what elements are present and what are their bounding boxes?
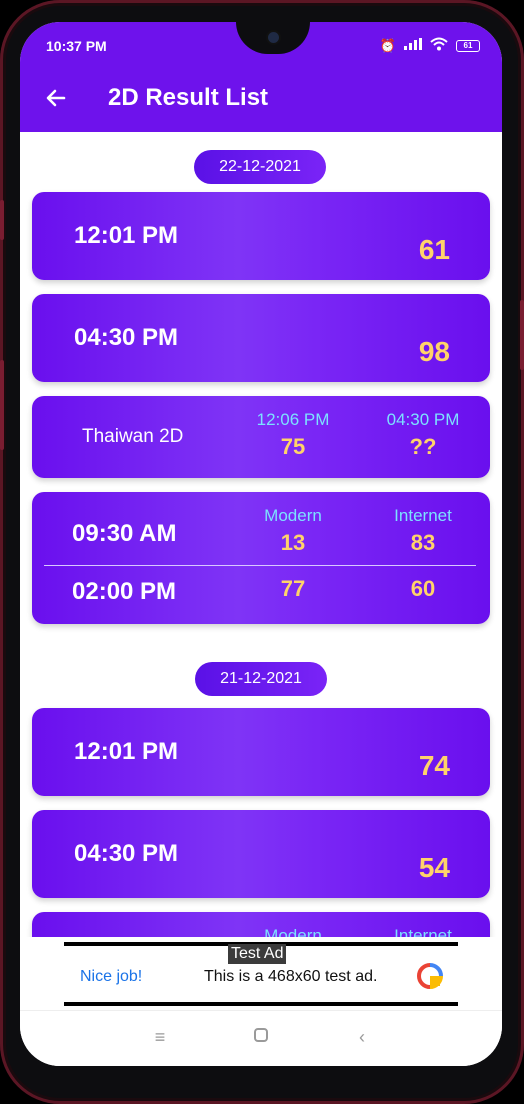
result-value: 98 xyxy=(418,336,450,367)
divider xyxy=(44,565,476,566)
result-card[interactable]: 12:01 PM 74 xyxy=(32,708,490,796)
status-time: 10:37 PM xyxy=(46,38,107,54)
result-card[interactable]: 04:30 PM 98 xyxy=(32,294,490,382)
internet-col: Internet 83 xyxy=(368,506,478,556)
internet-header: Internet xyxy=(394,506,452,525)
thaiwan-col-2: 04:30 PM ?? xyxy=(368,410,478,460)
status-icons: ⏰ 61 xyxy=(380,37,480,54)
side-key xyxy=(0,200,4,240)
back-nav-icon[interactable]: ‹ xyxy=(350,1027,374,1048)
power-button xyxy=(520,300,524,370)
result-time: 04:30 PM xyxy=(74,840,179,867)
alarm-icon: ⏰ xyxy=(379,37,396,53)
mi-time: 09:30 AM xyxy=(72,520,177,547)
battery-icon: 61 xyxy=(456,39,480,52)
ad-text: This is a 468x60 test ad. xyxy=(204,968,378,985)
ad-tag: Test Ad xyxy=(228,944,287,964)
screen: 10:37 PM ⏰ 61 2D Result List 22-12-2021 xyxy=(20,22,502,1066)
thaiwan-col-head: 12:06 PM xyxy=(256,410,330,429)
modern-col: Modern 13 xyxy=(238,506,348,556)
date-header: 22-12-2021 xyxy=(194,150,326,184)
phone-frame: 10:37 PM ⏰ 61 2D Result List 22-12-2021 xyxy=(0,0,524,1104)
ad-logo-icon xyxy=(417,963,443,989)
thaiwan-card[interactable]: Thaiwan 2D 12:06 PM 75 04:30 PM ?? xyxy=(32,396,490,478)
thaiwan-col-value: 75 xyxy=(280,434,306,459)
internet-value: 60 xyxy=(410,576,436,601)
result-value: 61 xyxy=(418,234,450,265)
date-header: 21-12-2021 xyxy=(195,662,327,696)
result-time: 12:01 PM xyxy=(74,738,179,765)
result-value: 74 xyxy=(418,750,450,781)
modern-header: Modern xyxy=(264,926,322,937)
result-time: 04:30 PM xyxy=(74,324,179,351)
results-list[interactable]: 22-12-2021 12:01 PM 61 04:30 PM 98 Thaiw… xyxy=(20,132,502,937)
page-title: 2D Result List xyxy=(108,84,269,111)
result-card[interactable]: 04:30 PM 54 xyxy=(32,810,490,898)
result-value: 54 xyxy=(418,852,450,883)
back-arrow-icon[interactable] xyxy=(44,86,68,110)
recents-icon[interactable]: ≡ xyxy=(148,1027,172,1048)
thaiwan-col-1: 12:06 PM 75 xyxy=(238,410,348,460)
wifi-icon xyxy=(430,37,448,54)
modern-value: 13 xyxy=(280,530,306,555)
modern-internet-card[interactable]: Modern 13 Internet 83 09:30 AM 02:00 PM … xyxy=(32,492,490,624)
ad-banner[interactable]: Test Ad Nice job! This is a 468x60 test … xyxy=(64,942,458,1006)
modern-value: 77 xyxy=(280,576,306,601)
thaiwan-col-value: ?? xyxy=(409,434,437,459)
signal-icon xyxy=(404,38,422,53)
mi-time: 02:00 PM xyxy=(72,578,177,605)
camera-icon xyxy=(268,32,279,43)
result-card[interactable]: 12:01 PM 61 xyxy=(32,192,490,280)
result-time: 12:01 PM xyxy=(74,222,179,249)
ad-headline: Nice job! xyxy=(80,968,143,985)
internet-value: 83 xyxy=(410,530,436,555)
thaiwan-label: Thaiwan 2D xyxy=(82,426,184,447)
home-icon[interactable] xyxy=(249,1027,273,1048)
system-nav-bar: ≡ ‹ xyxy=(20,1010,502,1066)
modern-internet-card[interactable]: Modern Internet xyxy=(32,912,490,937)
thaiwan-col-head: 04:30 PM xyxy=(386,410,460,429)
internet-header: Internet xyxy=(394,926,452,937)
volume-button xyxy=(0,360,4,450)
modern-header: Modern xyxy=(264,506,322,525)
